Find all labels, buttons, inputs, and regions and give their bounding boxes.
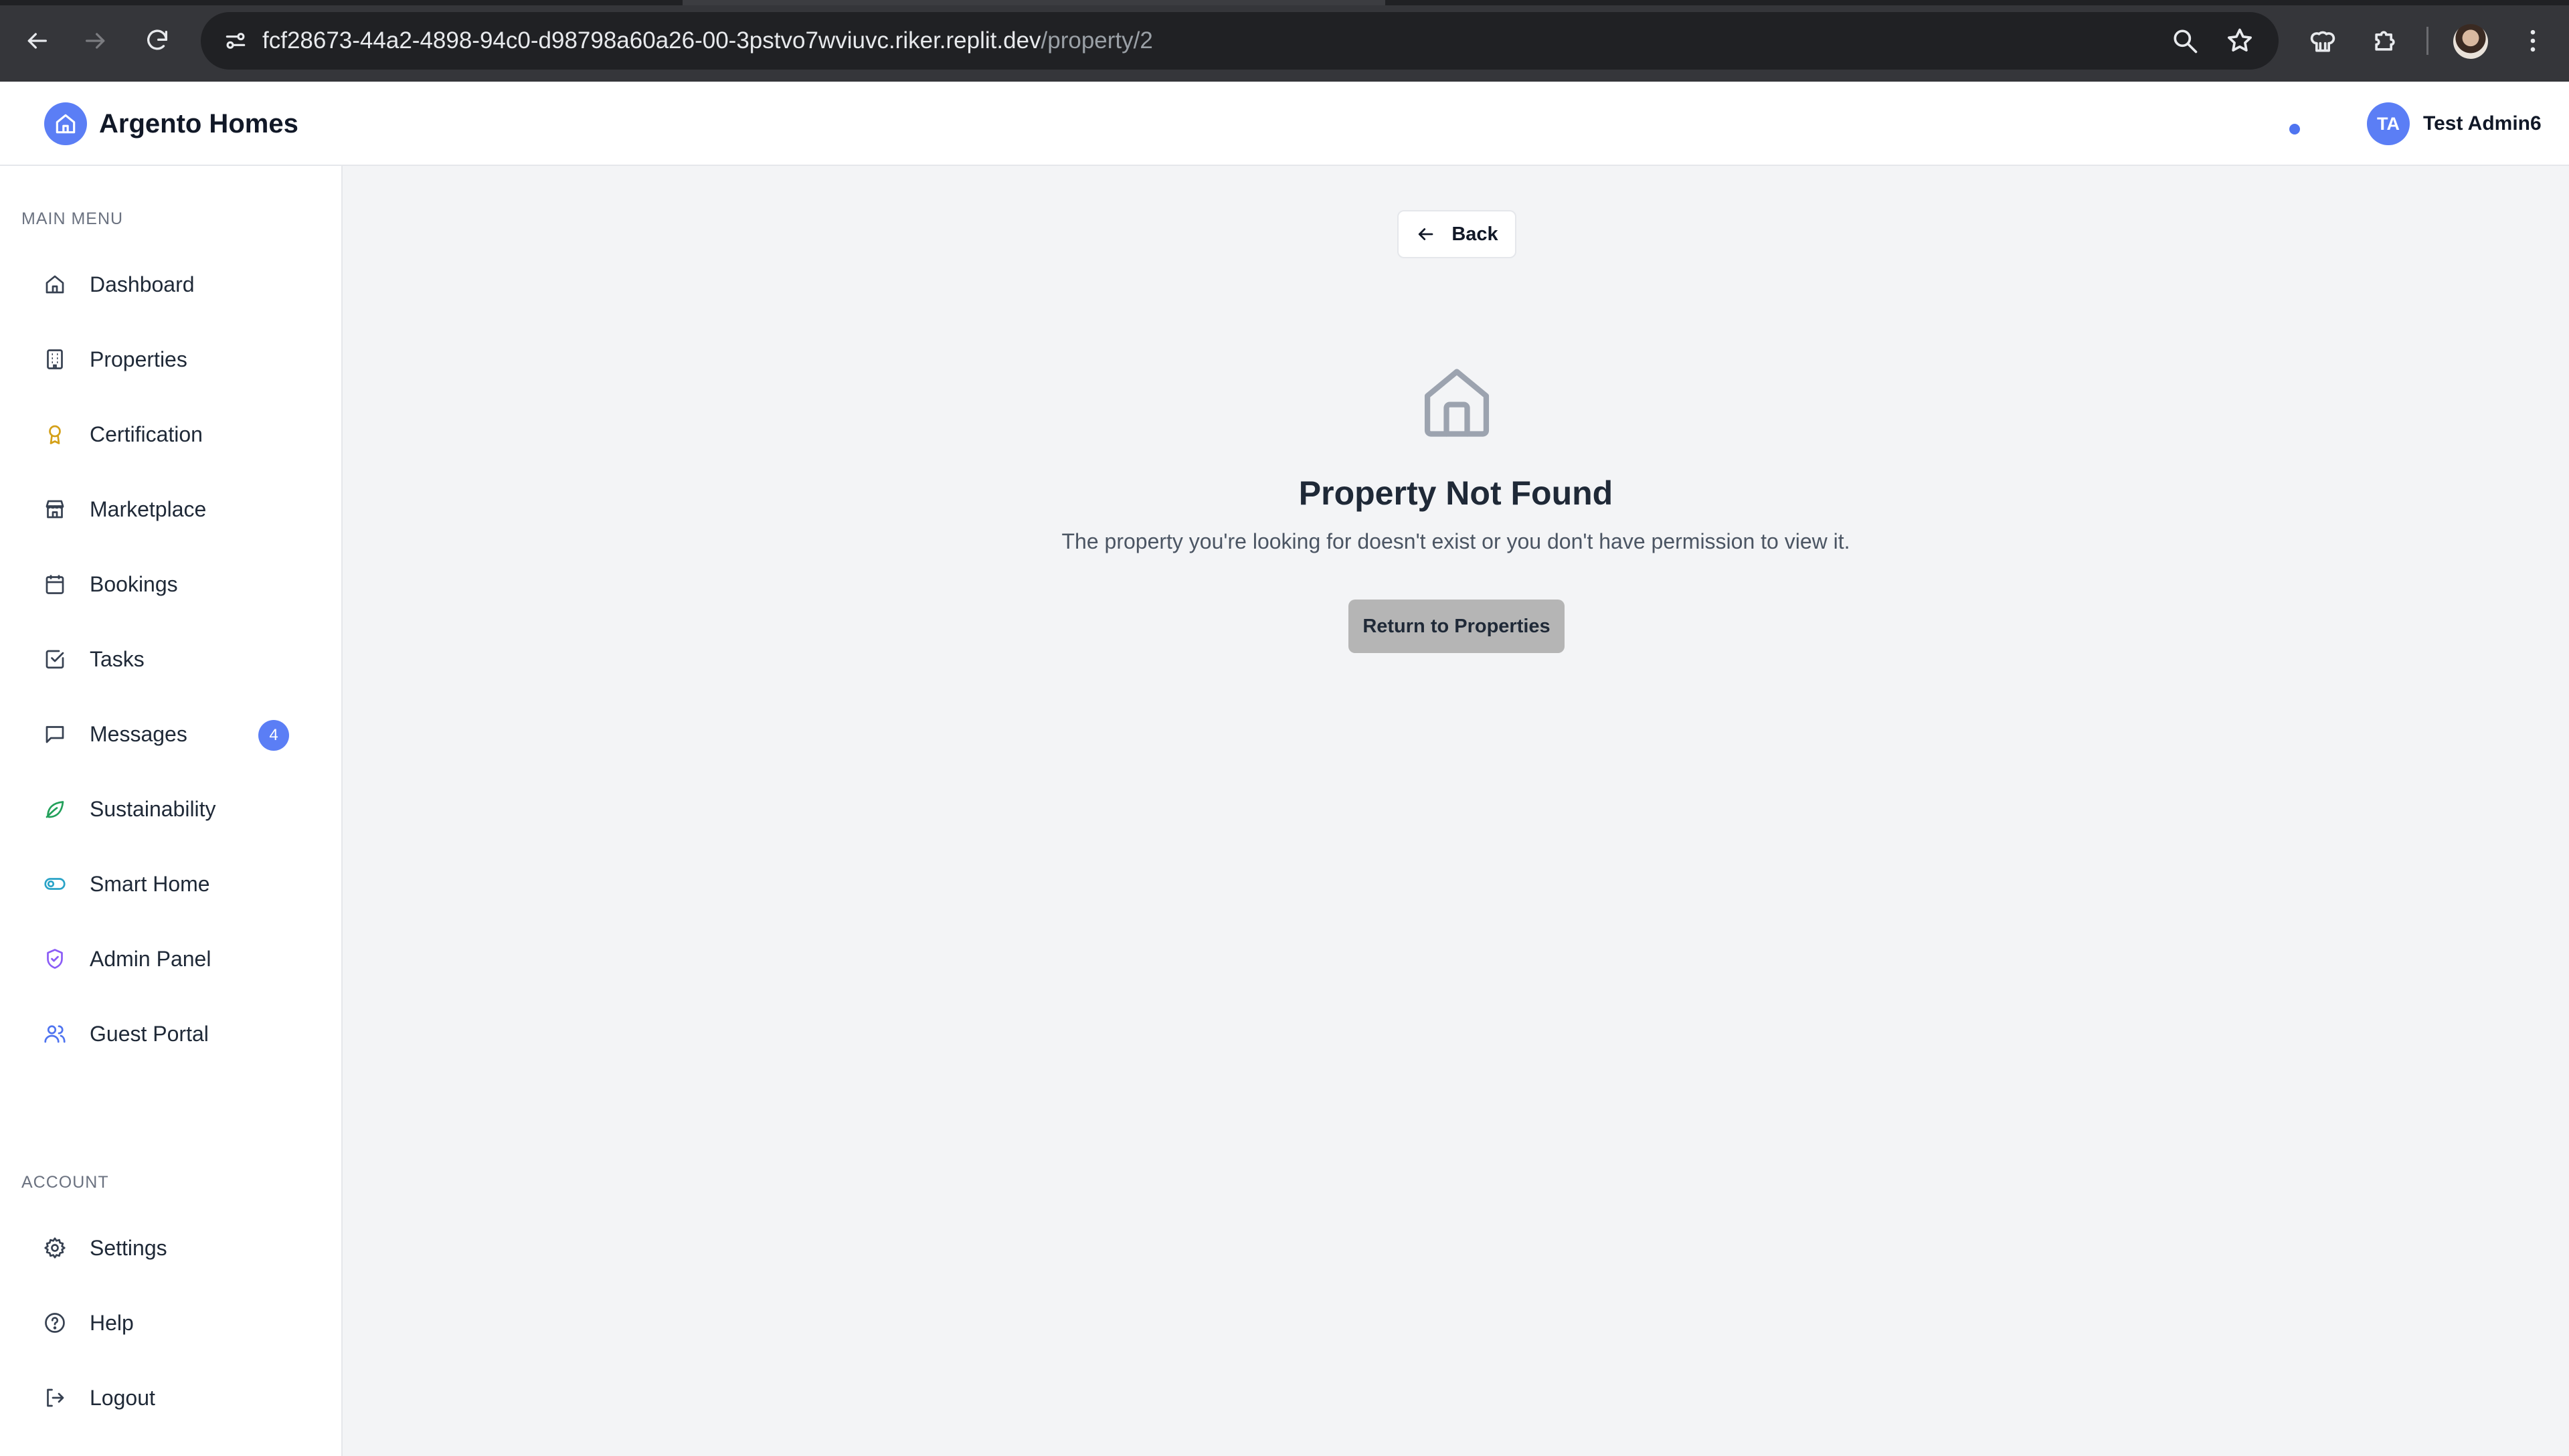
profile-avatar[interactable]: [2453, 24, 2488, 59]
sidebar-item-label: Smart Home: [90, 871, 210, 896]
user-menu[interactable]: TA Test Admin6: [2367, 82, 2542, 166]
sidebar-item-settings[interactable]: Settings: [21, 1218, 321, 1278]
sidebar-item-label: Sustainability: [90, 796, 216, 821]
sidebar-item-label: Tasks: [90, 646, 145, 671]
arrow-left-icon: [1419, 228, 1433, 240]
sidebar-item-label: Certification: [90, 422, 203, 446]
sidebar-item-messages[interactable]: Messages 4: [21, 704, 321, 764]
bookmark-star-icon[interactable]: [2225, 26, 2254, 56]
notification-dot[interactable]: [2289, 124, 2300, 134]
account-heading: ACCOUNT: [21, 1173, 109, 1192]
sidebar-item-properties[interactable]: Properties: [21, 329, 321, 389]
sidebar-item-label: Guest Portal: [90, 1021, 209, 1046]
chef-extension-icon[interactable]: [2302, 20, 2343, 62]
home-logo-icon: [44, 102, 87, 145]
users-icon: [41, 1020, 68, 1047]
sidebar: MAIN MENU Dashboard Properties Certifica…: [0, 166, 343, 1456]
help-circle-icon: [41, 1309, 68, 1336]
sidebar-item-guest-portal[interactable]: Guest Portal: [21, 1004, 321, 1064]
back-button-label: Back: [1451, 223, 1498, 245]
sidebar-item-certification[interactable]: Certification: [21, 404, 321, 464]
award-icon: [41, 421, 68, 448]
sidebar-item-tasks[interactable]: Tasks: [21, 629, 321, 689]
brand[interactable]: Argento Homes: [44, 82, 298, 166]
user-avatar: TA: [2367, 102, 2410, 145]
main-menu-heading: MAIN MENU: [21, 209, 124, 228]
sidebar-item-label: Marketplace: [90, 496, 207, 521]
user-name: Test Admin6: [2423, 112, 2542, 134]
calendar-icon: [41, 571, 68, 598]
shield-icon: [41, 945, 68, 972]
sidebar-item-label: Dashboard: [90, 272, 195, 296]
app-header: Argento Homes TA Test Admin6: [0, 82, 2569, 166]
home-icon: [41, 271, 68, 298]
gear-icon: [41, 1235, 68, 1261]
leaf-icon: [41, 796, 68, 822]
address-bar[interactable]: fcf28673-44a2-4898-94c0-d98798a60a26-00-…: [201, 12, 2279, 70]
sidebar-item-label: Help: [90, 1310, 134, 1335]
not-found-description: The property you're looking for doesn't …: [1061, 529, 1850, 553]
sidebar-item-label: Logout: [90, 1385, 155, 1410]
house-icon: [1424, 369, 1490, 437]
zoom-icon[interactable]: [2170, 26, 2200, 56]
sidebar-item-sustainability[interactable]: Sustainability: [21, 779, 321, 839]
store-icon: [41, 496, 68, 523]
active-tab[interactable]: [683, 0, 1385, 5]
extensions-puzzle-icon[interactable]: [2364, 20, 2406, 62]
forward-nav-icon[interactable]: [75, 20, 116, 62]
not-found-title: Property Not Found: [1298, 474, 1613, 512]
reload-icon[interactable]: [137, 20, 178, 62]
sidebar-item-help[interactable]: Help: [21, 1293, 321, 1353]
site-info-icon[interactable]: [215, 21, 256, 61]
sidebar-item-bookings[interactable]: Bookings: [21, 554, 321, 614]
check-square-icon: [41, 646, 68, 672]
logout-icon: [41, 1384, 68, 1411]
message-icon: [41, 721, 68, 747]
toggle-icon: [41, 871, 68, 897]
tab-strip: [0, 0, 2569, 5]
sidebar-item-label: Admin Panel: [90, 946, 211, 971]
toolbar-divider: [2426, 27, 2428, 55]
return-to-properties-button[interactable]: Return to Properties: [1348, 600, 1565, 653]
sidebar-item-label: Messages: [90, 721, 187, 746]
sidebar-item-marketplace[interactable]: Marketplace: [21, 479, 321, 539]
sidebar-item-label: Settings: [90, 1235, 167, 1260]
back-button[interactable]: Back: [1397, 210, 1516, 258]
browser-toolbar: fcf28673-44a2-4898-94c0-d98798a60a26-00-…: [0, 0, 2569, 82]
sidebar-item-logout[interactable]: Logout: [21, 1368, 321, 1428]
url-text[interactable]: fcf28673-44a2-4898-94c0-d98798a60a26-00-…: [262, 12, 1153, 70]
building-icon: [41, 346, 68, 373]
kebab-menu-icon[interactable]: [2512, 20, 2554, 62]
unread-count-badge: 4: [258, 720, 289, 751]
brand-name: Argento Homes: [99, 108, 298, 139]
sidebar-item-dashboard[interactable]: Dashboard: [21, 254, 321, 314]
sidebar-item-smart-home[interactable]: Smart Home: [21, 854, 321, 914]
sidebar-item-admin-panel[interactable]: Admin Panel: [21, 929, 321, 989]
back-nav-icon[interactable]: [16, 20, 58, 62]
main-content: Back Property Not Found The property you…: [343, 167, 2569, 1456]
sidebar-item-label: Properties: [90, 347, 187, 371]
sidebar-item-label: Bookings: [90, 571, 178, 596]
